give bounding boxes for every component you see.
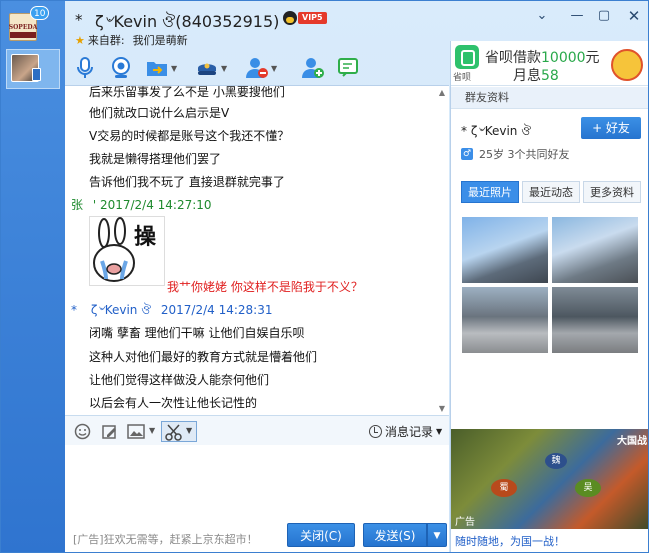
scroll-down-icon[interactable]: ▼ — [439, 404, 445, 413]
game-title: 大国战 — [617, 436, 647, 447]
message-edit-icon — [338, 58, 358, 77]
menu-chevron-icon[interactable]: ⌄ — [531, 5, 553, 27]
sender-name[interactable]: 张 — [71, 198, 83, 212]
tab-more-info[interactable]: 更多资料 — [583, 181, 641, 203]
clock-icon — [369, 425, 382, 438]
user-add-icon — [302, 58, 324, 78]
map-region: 蜀 — [491, 479, 517, 497]
tab-recent-activity[interactable]: 最近动态 — [522, 181, 580, 203]
photo-thumbnail[interactable] — [462, 287, 548, 353]
message-time: 2017/2/4 14:28:31 — [160, 303, 273, 317]
map-region: 魏 — [545, 453, 567, 469]
vip-badge[interactable]: VIP5 — [283, 11, 327, 25]
message-line: 他们就改口说什么启示是V — [89, 106, 230, 120]
app-logo-icon — [455, 45, 479, 69]
close-icon[interactable]: ✕ — [623, 5, 645, 27]
input-toolbar: ▼ ▼ 消息记录 ▼ — [65, 415, 449, 445]
message-list[interactable]: ▲ 后来乐留事发了么不是 小黑要搜他们 他们就改口说什么启示是V V交易的时候都… — [65, 85, 449, 415]
chevron-down-icon: ▼ — [433, 531, 441, 541]
message-line-red: 我艹你姥姥 你这样不是陷我于不义？ — [167, 280, 363, 294]
logo-text: SOPEDA — [8, 23, 38, 31]
profile-tabs: 最近照片 最近动态 更多资料 — [461, 181, 644, 203]
message-line: 这种人对他们最好的教育方式就是懵着他们 — [89, 350, 318, 364]
message-line: 后来乐留事发了么不是 小黑要搜他们 — [89, 85, 285, 99]
game-ad-banner[interactable]: 大国战 魏 蜀 吴 广告 — [451, 429, 648, 529]
file-transfer-button[interactable]: ▼ — [145, 55, 177, 81]
chat-toolbar: ▼ ▼ ▼ — [65, 52, 450, 84]
image-icon[interactable] — [127, 423, 146, 440]
chat-window: SOPEDA 10 * ζ৺Kevin ঔ(840352915) VIP5 ★ … — [0, 0, 649, 553]
minimize-icon[interactable]: — — [566, 5, 588, 27]
message-time: ' 2017/2/4 14:27:10 — [92, 198, 212, 212]
message-line: 我就是懒得搭理他们罢了 — [89, 152, 222, 166]
send-options-button[interactable]: ▼ — [427, 523, 447, 547]
map-region: 吴 — [575, 479, 601, 497]
video-call-button[interactable] — [109, 55, 133, 81]
chevron-down-icon: ▼ — [436, 427, 443, 436]
chevron-down-icon[interactable]: ▼ — [221, 64, 227, 73]
ad-link[interactable]: [广告]狂欢无需等，赶紧上京东超市！ — [73, 531, 258, 547]
scroll-up-icon[interactable]: ▲ — [439, 88, 445, 97]
message-line: 让他们觉得这样做没人能奈何他们 — [89, 373, 270, 387]
male-icon: ♂ — [461, 148, 473, 160]
photo-thumbnail[interactable] — [552, 287, 638, 353]
scissors-icon — [165, 424, 182, 441]
font-edit-icon[interactable] — [101, 423, 118, 440]
message-line: 告诉他们我不玩了 直接退群就完事了 — [89, 175, 285, 189]
user-remove-icon — [246, 58, 268, 78]
tab-recent-photos[interactable]: 最近照片 — [461, 181, 519, 203]
star-icon: ★ — [75, 33, 85, 47]
message-line: V交易的时候都是账号这个我还不懂？ — [89, 129, 290, 143]
sticker-text: 操 — [134, 225, 157, 250]
message-history-button[interactable]: 消息记录 ▼ — [369, 423, 442, 440]
group-name[interactable]: 我们是萌新 — [133, 32, 188, 48]
police-hat-icon — [198, 63, 216, 75]
chevron-down-icon[interactable]: ▼ — [171, 64, 177, 73]
emoji-icon[interactable] — [74, 423, 91, 440]
folder-arrow-icon — [147, 62, 167, 76]
camera-icon — [112, 57, 130, 78]
loan-ad-banner[interactable]: 省呗 省呗借款10000元 月息58 — [451, 41, 648, 86]
penguin-icon — [283, 11, 297, 25]
chevron-down-icon[interactable]: ▼ — [149, 426, 155, 435]
remote-assist-button[interactable]: ▼ — [195, 55, 227, 81]
ad-label: 广告 — [455, 517, 475, 528]
message-line: 闭嘴 孽畜 理他们干嘛 让他们自娱自乐呗 — [89, 326, 305, 340]
message-header: 张 ' 2017/2/4 14:27:10 — [71, 196, 212, 213]
unread-badge: 10 — [30, 6, 50, 20]
bottom-bar: [广告]狂欢无需等，赶紧上京东超市！ 关闭(C) 发送(S) ▼ — [65, 519, 449, 552]
remove-member-button[interactable]: ▼ — [245, 55, 277, 81]
sender-name[interactable]: ζ৺Kevin ঔ — [91, 303, 151, 317]
microphone-icon — [77, 57, 93, 78]
add-member-button[interactable] — [301, 55, 325, 81]
message-line: 以后会有人一次性让他长记性的 — [89, 396, 258, 410]
chevron-down-icon[interactable]: ▼ — [186, 426, 192, 435]
mascot-icon — [611, 49, 643, 81]
photo-thumbnail[interactable] — [462, 217, 548, 283]
profile-panel: 省呗 省呗借款10000元 月息58 群友资料 * ζ৺Kevin ঔ + 好友… — [450, 41, 648, 552]
chevron-down-icon[interactable]: ▼ — [271, 64, 277, 73]
sticker-image[interactable]: 操 — [89, 216, 165, 286]
send-button[interactable]: 发送(S) — [363, 523, 427, 547]
friend-info: ♂ 25岁 3个共同好友 — [461, 148, 570, 161]
photo-thumbnail[interactable] — [552, 217, 638, 283]
maximize-icon[interactable]: ▢ — [593, 5, 615, 27]
message-input[interactable] — [65, 445, 449, 519]
session-sidebar: SOPEDA 10 — [1, 1, 65, 552]
group-app-button[interactable] — [337, 55, 361, 81]
mobile-online-icon — [32, 68, 41, 81]
friend-name: * ζ৺Kevin ঔ — [461, 124, 532, 138]
add-friend-button[interactable]: + 好友 — [581, 117, 641, 139]
star-mark: * — [75, 11, 83, 29]
voice-call-button[interactable] — [73, 55, 97, 81]
message-header: * ζ৺Kevin ঔ 2017/2/4 14:28:31 — [71, 303, 273, 317]
game-ad-link[interactable]: 随时随地，为国一战！ — [455, 533, 565, 549]
group-source: ★ 来自群: 我们是萌新 — [75, 32, 188, 48]
section-title: 群友资料 — [451, 87, 648, 109]
screenshot-button[interactable]: ▼ — [161, 421, 197, 442]
close-button[interactable]: 关闭(C) — [287, 523, 355, 547]
